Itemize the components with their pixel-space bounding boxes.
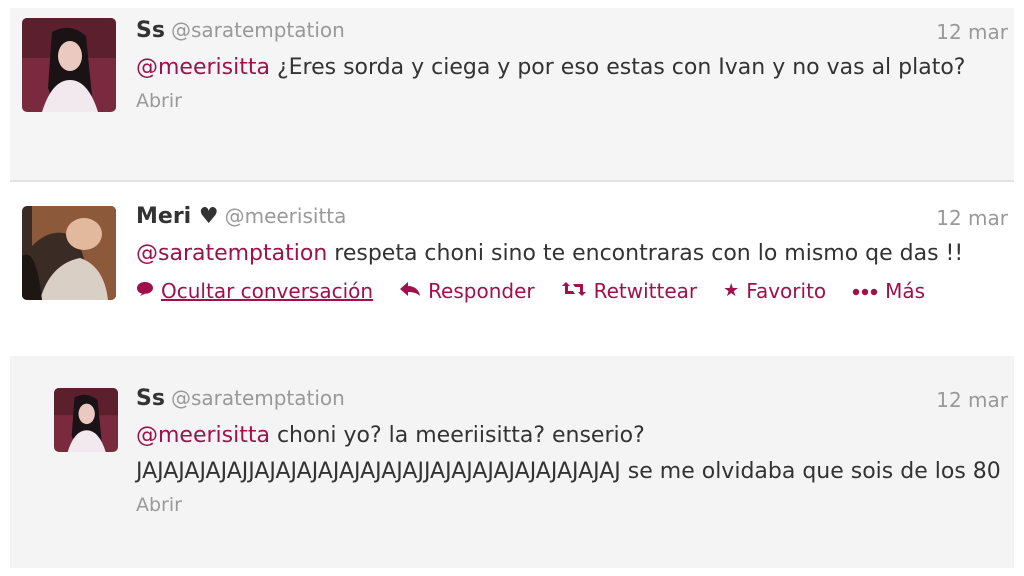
author-name[interactable]: Ss bbox=[136, 18, 165, 43]
mention-link[interactable]: @saratemptation bbox=[136, 241, 327, 266]
star-icon: ★ bbox=[723, 280, 740, 301]
author-handle[interactable]: @saratemptation bbox=[171, 386, 345, 410]
tweet-text: @meerisitta ¿Eres sorda y ciega y por es… bbox=[136, 50, 1008, 86]
avatar[interactable] bbox=[22, 206, 116, 300]
mention-link[interactable]: @meerisitta bbox=[136, 55, 270, 80]
more-dots-icon bbox=[852, 282, 878, 300]
author-handle[interactable]: @saratemptation bbox=[171, 18, 345, 42]
open-link[interactable]: Abrir bbox=[136, 494, 1008, 516]
mention-link[interactable]: @meerisitta bbox=[136, 423, 270, 448]
hide-conversation-button[interactable]: Ocultar conversación bbox=[136, 279, 373, 303]
tweet-text: @saratemptation respeta choni sino te en… bbox=[136, 236, 1008, 272]
author-handle[interactable]: @meerisitta bbox=[225, 204, 347, 228]
avatar[interactable] bbox=[54, 388, 118, 452]
timestamp[interactable]: 12 mar bbox=[936, 388, 1008, 412]
more-button[interactable]: Más bbox=[852, 279, 925, 303]
tweet-2: Meri ♥ @meerisitta 12 mar @saratemptation… bbox=[10, 182, 1014, 354]
favorite-label: Favorito bbox=[746, 279, 827, 303]
tweet-1: Ss @saratemptation 12 mar @meerisitta ¿Er… bbox=[10, 8, 1014, 180]
timestamp[interactable]: 12 mar bbox=[936, 206, 1008, 230]
retweet-icon bbox=[561, 281, 587, 301]
author-name[interactable]: Ss bbox=[136, 386, 165, 411]
hide-conversation-label: Ocultar conversación bbox=[161, 279, 374, 303]
tweet-3: Ss @saratemptation 12 mar @meerisitta cho… bbox=[10, 356, 1014, 568]
favorite-button[interactable]: ★ Favorito bbox=[723, 279, 826, 303]
speech-bubble-icon bbox=[136, 281, 154, 301]
tweet-text: @meerisitta choni yo? la meeriisitta? en… bbox=[136, 418, 1008, 490]
avatar[interactable] bbox=[22, 18, 116, 112]
open-link[interactable]: Abrir bbox=[136, 90, 1008, 112]
tweet-body: ¿Eres sorda y ciega y por eso estas con … bbox=[269, 55, 966, 80]
retweet-label: Retwittear bbox=[593, 279, 698, 303]
reply-arrow-icon bbox=[399, 281, 421, 301]
reply-button[interactable]: Responder bbox=[399, 279, 535, 303]
reply-label: Responder bbox=[428, 279, 535, 303]
tweet-actions: Ocultar conversación Responder Retwittea… bbox=[136, 276, 1008, 306]
retweet-button[interactable]: Retwittear bbox=[561, 279, 698, 303]
author-name[interactable]: Meri ♥ bbox=[136, 204, 219, 229]
timestamp[interactable]: 12 mar bbox=[936, 20, 1008, 44]
more-label: Más bbox=[885, 279, 926, 303]
tweet-body: respeta choni sino te encontraras con lo… bbox=[327, 241, 964, 266]
